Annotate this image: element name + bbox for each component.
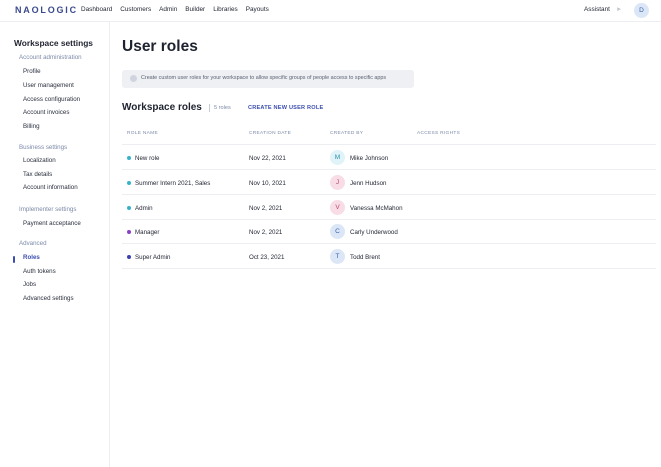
table-row[interactable]: Manager Nov 2, 2021 C Carly Underwood xyxy=(122,220,656,244)
role-name[interactable]: Admin xyxy=(135,205,153,212)
nav-builder[interactable]: Builder xyxy=(185,6,205,13)
column-header-role-name[interactable]: ROLE NAME xyxy=(127,131,158,136)
sidebar-group-account-administration: Account administration xyxy=(19,54,82,61)
role-color-dot xyxy=(127,206,131,210)
page-title: User roles xyxy=(122,38,198,55)
main-nav: Dashboard Customers Admin Builder Librar… xyxy=(81,6,269,13)
sidebar-item-auth-tokens[interactable]: Auth tokens xyxy=(23,268,56,275)
sidebar-group-advanced: Advanced xyxy=(19,240,47,247)
creator-avatar: V xyxy=(330,200,345,215)
creation-date: Nov 2, 2021 xyxy=(249,229,283,236)
sidebar-item-billing[interactable]: Billing xyxy=(23,123,40,130)
table-row[interactable]: New role Nov 22, 2021 M Mike Johnson xyxy=(122,146,656,170)
creator-avatar: T xyxy=(330,249,345,264)
column-header-created-by[interactable]: CREATED BY xyxy=(330,131,363,136)
creator-name: Jenn Hudson xyxy=(350,180,387,187)
nav-dashboard[interactable]: Dashboard xyxy=(81,6,112,13)
table-header-divider xyxy=(122,144,656,145)
creation-date: Oct 23, 2021 xyxy=(249,254,285,261)
info-text: Create custom user roles for your worksp… xyxy=(141,75,387,81)
role-color-dot xyxy=(127,230,131,234)
top-navigation-bar: NAOLOGIC Dashboard Customers Admin Build… xyxy=(0,0,661,22)
brand-logo[interactable]: NAOLOGIC xyxy=(15,5,78,15)
creation-date: Nov 10, 2021 xyxy=(249,180,286,187)
role-name[interactable]: Manager xyxy=(135,229,159,236)
sidebar-item-account-information[interactable]: Account information xyxy=(23,184,78,191)
sidebar-item-advanced-settings[interactable]: Advanced settings xyxy=(23,295,74,302)
creator-name: Mike Johnson xyxy=(350,155,389,162)
assistant-link[interactable]: Assistant xyxy=(584,6,610,13)
table-row[interactable]: Summer Intern 2021, Sales Nov 10, 2021 J… xyxy=(122,171,656,195)
creator-avatar: M xyxy=(330,150,345,165)
settings-sidebar: Workspace settings Account administratio… xyxy=(0,22,110,467)
role-color-dot xyxy=(127,156,131,160)
creation-date: Nov 2, 2021 xyxy=(249,205,283,212)
creator-avatar: J xyxy=(330,175,345,190)
sidebar-item-account-invoices[interactable]: Account invoices xyxy=(23,109,69,116)
nav-admin[interactable]: Admin xyxy=(159,6,177,13)
role-name[interactable]: Super Admin xyxy=(135,254,170,261)
sidebar-group-implementer-settings: Implementer settings xyxy=(19,206,77,213)
role-name[interactable]: Summer Intern 2021, Sales xyxy=(135,180,210,187)
creator-name: Carly Underwood xyxy=(350,229,398,236)
create-user-role-button[interactable]: CREATE NEW USER ROLE xyxy=(248,105,323,111)
active-item-marker xyxy=(13,256,15,263)
section-divider xyxy=(209,104,210,112)
table-row[interactable]: Super Admin Oct 23, 2021 T Todd Brent xyxy=(122,245,656,269)
sidebar-group-business-settings: Business settings xyxy=(19,144,68,151)
sidebar-toggle-icon[interactable]: ⫸ xyxy=(617,6,621,14)
creator-name: Vanessa McMahon xyxy=(350,205,403,212)
creation-date: Nov 22, 2021 xyxy=(249,155,286,162)
role-color-dot xyxy=(127,181,131,185)
sidebar-item-access-configuration[interactable]: Access configuration xyxy=(23,96,80,103)
role-color-dot xyxy=(127,255,131,259)
sidebar-item-tax-details[interactable]: Tax details xyxy=(23,171,52,178)
sidebar-item-roles[interactable]: Roles xyxy=(23,254,40,261)
section-title: Workspace roles xyxy=(122,102,202,113)
info-icon xyxy=(130,75,137,82)
sidebar-item-jobs[interactable]: Jobs xyxy=(23,281,36,288)
roles-count: 5 roles xyxy=(214,105,231,111)
table-row[interactable]: Admin Nov 2, 2021 V Vanessa McMahon xyxy=(122,196,656,220)
nav-payouts[interactable]: Payouts xyxy=(246,6,269,13)
sidebar-item-user-management[interactable]: User management xyxy=(23,82,74,89)
creator-avatar: C xyxy=(330,224,345,239)
nav-customers[interactable]: Customers xyxy=(120,6,151,13)
creator-name: Todd Brent xyxy=(350,254,380,261)
user-avatar[interactable]: D xyxy=(634,3,649,18)
sidebar-item-payment-acceptance[interactable]: Payment acceptance xyxy=(23,220,81,227)
sidebar-item-profile[interactable]: Profile xyxy=(23,68,41,75)
info-banner: Create custom user roles for your worksp… xyxy=(122,70,414,88)
column-header-access-rights[interactable]: ACCESS RIGHTS xyxy=(417,131,460,136)
role-name[interactable]: New role xyxy=(135,155,159,162)
sidebar-item-localization[interactable]: Localization xyxy=(23,157,56,164)
column-header-creation-date[interactable]: CREATION DATE xyxy=(249,131,291,136)
sidebar-title: Workspace settings xyxy=(14,38,93,48)
nav-libraries[interactable]: Libraries xyxy=(213,6,238,13)
